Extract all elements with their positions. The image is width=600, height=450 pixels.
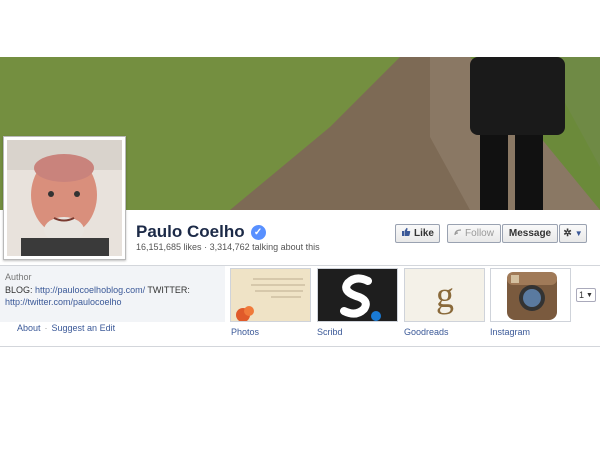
- instagram-label[interactable]: Instagram: [490, 327, 530, 337]
- page-category: Author: [5, 272, 32, 282]
- pager-count: 1: [579, 290, 585, 300]
- about-links: About · Suggest an Edit: [17, 323, 115, 333]
- goodreads-tile[interactable]: g: [404, 268, 485, 322]
- stats-separator: ·: [204, 242, 208, 252]
- profile-picture[interactable]: [3, 136, 126, 260]
- blog-prefix: BLOG:: [5, 285, 36, 295]
- about-description: BLOG: http://paulocoelhoblog.com/ TWITTE…: [5, 284, 220, 308]
- like-button[interactable]: Like: [395, 224, 440, 243]
- follow-icon: [454, 228, 462, 239]
- twitter-prefix: TWITTER:: [145, 285, 190, 295]
- twitter-link[interactable]: http://twitter.com/paulocoelho: [5, 297, 122, 307]
- scribd-label[interactable]: Scribd: [317, 327, 343, 337]
- verified-badge-icon: ✓: [250, 224, 266, 240]
- chevron-down-icon: ▼: [586, 291, 593, 299]
- likes-count: 16,151,685 likes: [136, 242, 202, 252]
- photos-tile[interactable]: [230, 268, 311, 322]
- photos-label[interactable]: Photos: [231, 327, 259, 337]
- svg-text:g: g: [436, 275, 454, 315]
- goodreads-label[interactable]: Goodreads: [404, 327, 449, 337]
- apps-pager-button[interactable]: 1 ▼: [576, 288, 596, 302]
- chevron-down-icon: ▼: [574, 229, 583, 238]
- message-label: Message: [508, 228, 552, 239]
- follow-button[interactable]: Follow: [447, 224, 501, 243]
- suggest-edit-link[interactable]: Suggest an Edit: [52, 323, 116, 333]
- page-title[interactable]: Paulo Coelho: [136, 222, 245, 242]
- thumbs-up-icon: [401, 227, 411, 240]
- blog-link[interactable]: http://paulocoelhoblog.com/: [35, 285, 145, 295]
- follow-label: Follow: [465, 228, 494, 239]
- about-link[interactable]: About: [17, 323, 41, 333]
- section-divider: [0, 346, 600, 347]
- gear-icon: ✲: [563, 228, 572, 239]
- instagram-tile[interactable]: [490, 268, 571, 322]
- scribd-tile[interactable]: [317, 268, 398, 322]
- settings-button[interactable]: ✲ ▼: [559, 224, 587, 243]
- message-button[interactable]: Message: [502, 224, 558, 243]
- talking-count: 3,314,762 talking about this: [209, 242, 320, 252]
- page-stats: 16,151,685 likes · 3,314,762 talking abo…: [136, 242, 320, 252]
- link-separator: ·: [44, 323, 48, 333]
- like-label: Like: [413, 228, 434, 239]
